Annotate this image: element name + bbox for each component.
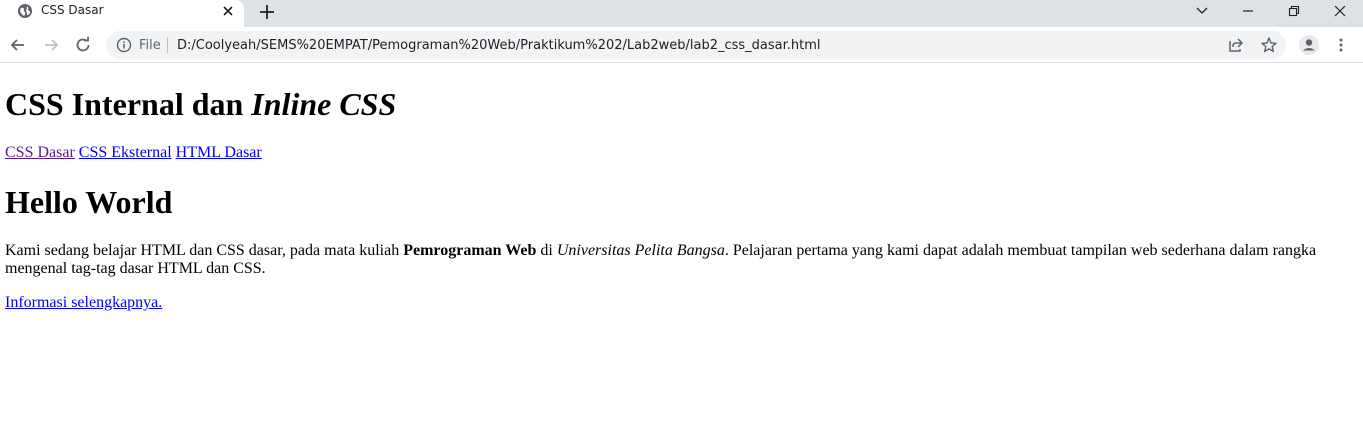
course-name: Pemrograman Web xyxy=(403,242,537,259)
arrow-right-icon xyxy=(45,39,59,51)
forward-button[interactable] xyxy=(40,34,62,56)
bookmark-star-icon[interactable] xyxy=(1260,36,1278,54)
more-info-link[interactable]: Informasi selengkapnya. xyxy=(5,294,162,312)
menu-button[interactable] xyxy=(1330,34,1352,56)
web-page: CSS Internal dan Inline CSS CSS Dasar CS… xyxy=(0,64,1363,437)
file-scheme-label: File xyxy=(139,38,161,53)
restore-icon xyxy=(1288,5,1300,17)
close-window-button[interactable] xyxy=(1317,0,1363,22)
minimize-icon xyxy=(1243,10,1253,12)
close-icon xyxy=(1334,5,1346,17)
reload-icon xyxy=(76,36,90,52)
close-tab-icon[interactable] xyxy=(219,2,237,20)
tab-title: CSS Dasar xyxy=(41,3,104,17)
minimize-button[interactable] xyxy=(1225,0,1271,22)
profile-button[interactable] xyxy=(1298,34,1320,56)
arrow-left-icon xyxy=(10,39,24,51)
more-vertical-icon xyxy=(1339,38,1343,52)
address-bar[interactable]: File D:/Coolyeah/SEMS%20EMPAT/Pemograman… xyxy=(106,31,1286,59)
browser-toolbar: File D:/Coolyeah/SEMS%20EMPAT/Pemograman… xyxy=(0,27,1363,63)
globe-icon xyxy=(18,4,32,18)
restore-button[interactable] xyxy=(1271,0,1317,22)
hello-heading: Hello World xyxy=(5,184,173,220)
nav-link-css-dasar[interactable]: CSS Dasar xyxy=(5,144,75,161)
reload-button[interactable] xyxy=(72,34,94,56)
info-icon[interactable] xyxy=(116,37,132,53)
university-name: Universitas Pelita Bangsa xyxy=(556,242,725,259)
tab-strip: CSS Dasar xyxy=(0,0,1363,27)
page-title-italic: Inline CSS xyxy=(251,86,397,122)
intro-paragraph: Kami sedang belajar HTML dan CSS dasar, … xyxy=(5,242,1317,277)
tab-search-button[interactable] xyxy=(1179,0,1225,22)
page-title: CSS Internal dan Inline CSS xyxy=(5,86,397,122)
nav-links: CSS Dasar CSS Eksternal HTML Dasar xyxy=(5,144,262,162)
back-button[interactable] xyxy=(7,34,29,56)
share-icon[interactable] xyxy=(1227,36,1245,54)
nav-link-css-eksternal[interactable]: CSS Eksternal xyxy=(79,144,172,161)
chevron-down-icon xyxy=(1196,7,1208,14)
url-text[interactable]: D:/Coolyeah/SEMS%20EMPAT/Pemograman%20We… xyxy=(177,38,821,53)
nav-link-html-dasar[interactable]: HTML Dasar xyxy=(176,144,262,161)
new-tab-icon[interactable] xyxy=(256,1,278,23)
browser-tab[interactable]: CSS Dasar xyxy=(0,0,244,27)
profile-icon xyxy=(1299,35,1319,55)
address-separator xyxy=(167,37,168,53)
